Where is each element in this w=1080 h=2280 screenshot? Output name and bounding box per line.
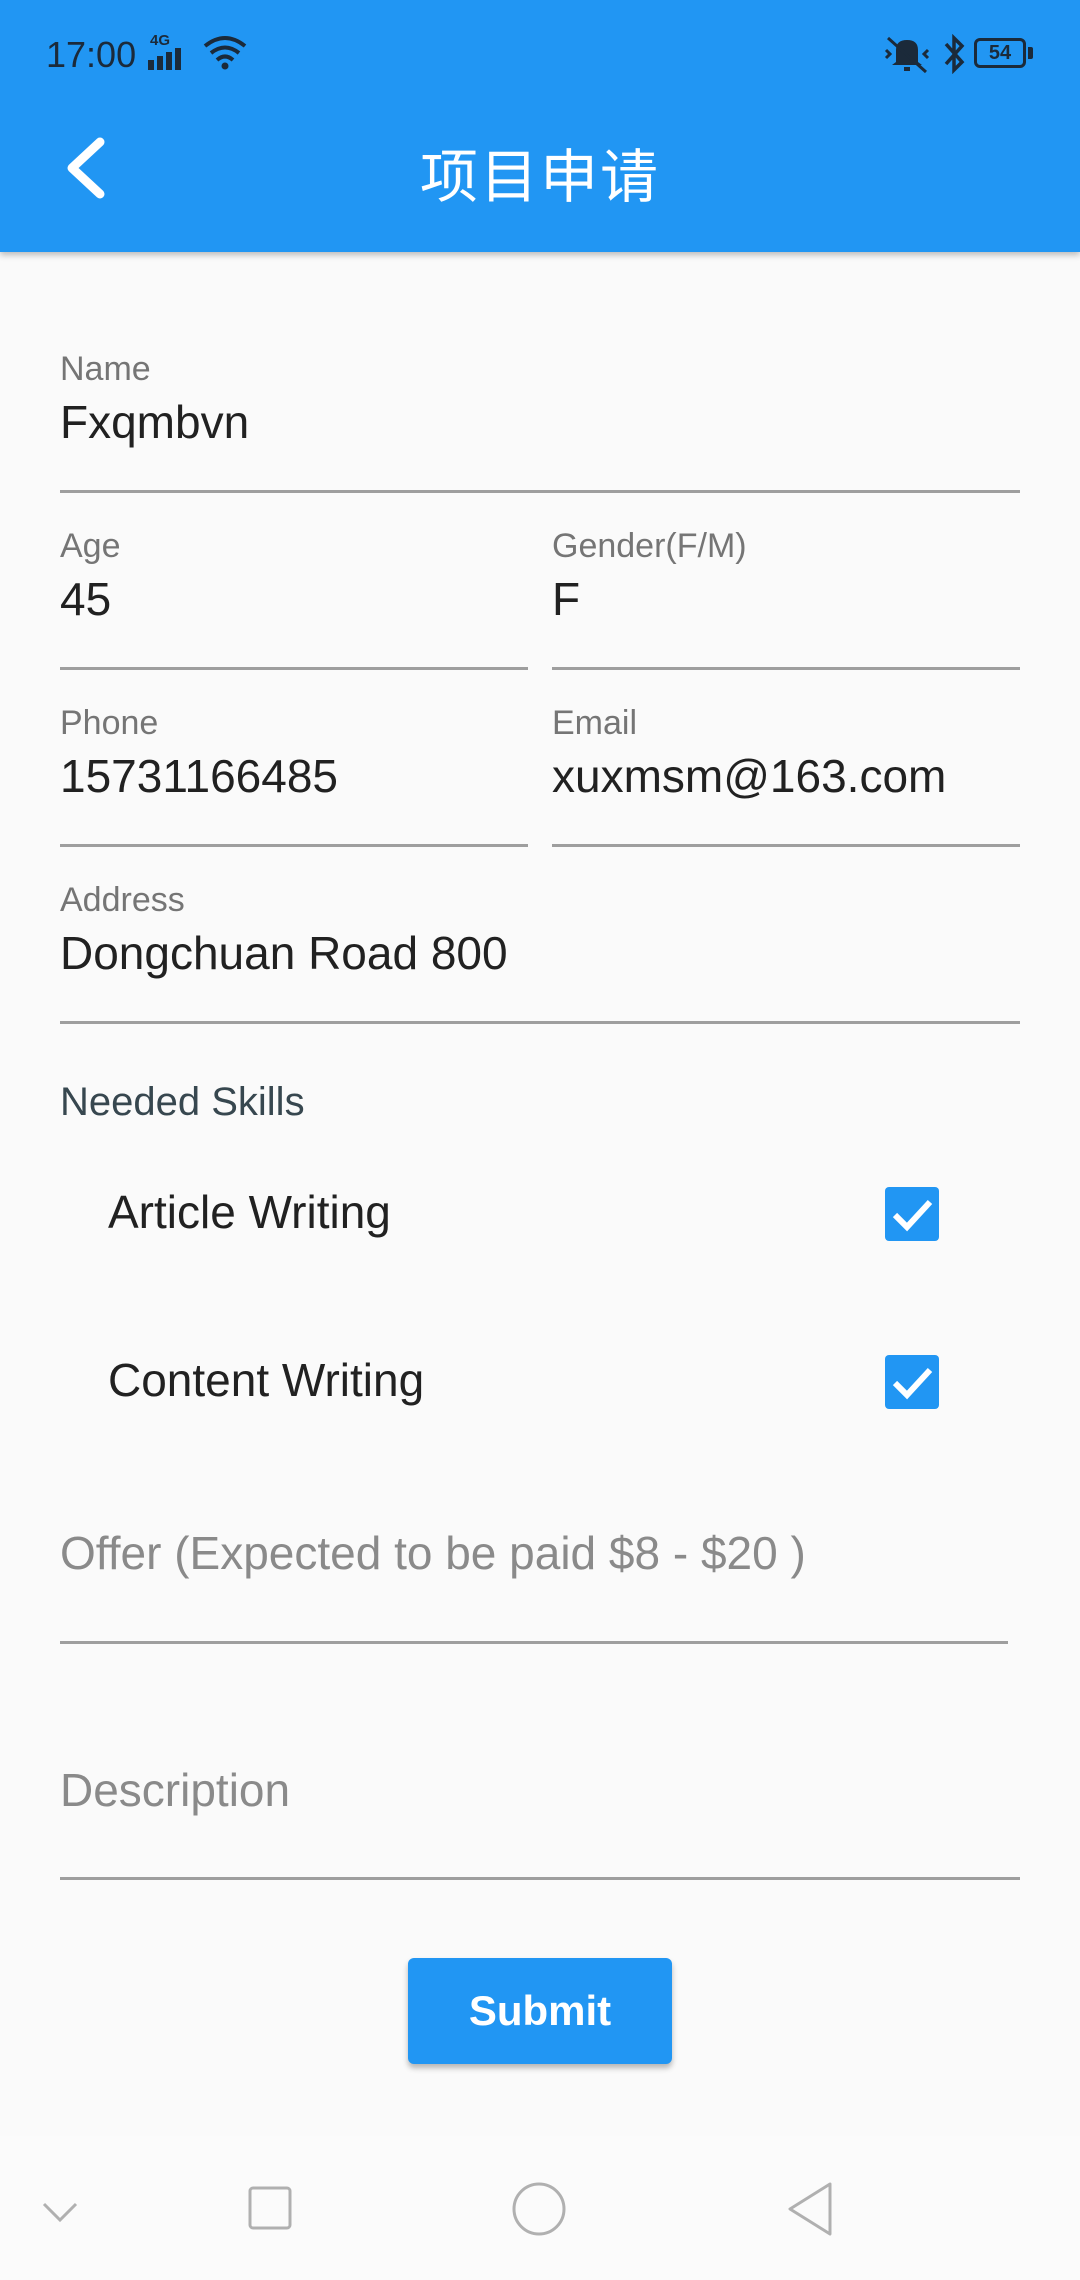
app-bar: 17:00 4G 54 项目申请 [0,0,1080,252]
nav-home-icon[interactable] [510,2180,568,2238]
bluetooth-icon [944,34,965,74]
status-time: 17:00 [46,34,137,75]
name-field[interactable]: Name Fxqmbvn [60,350,1020,493]
address-label: Address [60,881,185,919]
email-underline [552,844,1020,847]
system-nav-bar [0,2136,1080,2280]
gender-field[interactable]: Gender(F/M) F [552,527,1020,670]
status-bar: 17:00 4G 54 [0,0,1080,110]
description-underline [60,1877,1020,1880]
name-input[interactable]: Fxqmbvn [60,395,1020,449]
age-underline [60,667,528,670]
email-label: Email [552,704,638,742]
skill-label-article-writing: Article Writing [108,1186,391,1238]
email-field[interactable]: Email xuxmsm@163.com [552,704,1020,847]
email-input[interactable]: xuxmsm@163.com [552,749,1020,803]
age-field[interactable]: Age 45 [60,527,528,670]
network-type-label: 4G [150,32,171,49]
offer-input[interactable]: Offer (Expected to be paid $8 - $20 ) [60,1526,806,1580]
address-field[interactable]: Address Dongchuan Road 800 [60,881,1020,1024]
name-label: Name [60,350,151,388]
phone-field[interactable]: Phone 15731166485 [60,704,528,847]
nav-recent-icon[interactable] [246,2184,294,2232]
offer-underline [60,1641,1008,1644]
address-underline [60,1021,1020,1024]
check-icon [892,1367,933,1400]
phone-underline [60,844,528,847]
content-writing-checkbox[interactable] [885,1355,939,1409]
gender-underline [552,667,1020,670]
skill-label-content-writing: Content Writing [108,1354,425,1406]
gender-label: Gender(F/M) [552,527,747,565]
nav-collapse-icon[interactable] [40,2200,80,2224]
phone-input[interactable]: 15731166485 [60,749,528,803]
submit-button[interactable]: Submit [408,1958,672,2064]
check-icon [892,1199,933,1232]
battery-level: 54 [988,42,1012,64]
battery-tip [1028,47,1033,59]
phone-label: Phone [60,704,159,742]
signal-icon [148,48,181,70]
page-title: 项目申请 [419,143,660,211]
name-underline [60,490,1020,493]
needed-skills-heading: Needed Skills [60,1080,305,1124]
age-input[interactable]: 45 [60,572,528,626]
age-label: Age [60,527,121,565]
battery-icon: 54 [974,38,1026,68]
article-writing-checkbox[interactable] [885,1187,939,1241]
wifi-icon [203,36,247,70]
mute-icon [884,36,930,74]
address-input[interactable]: Dongchuan Road 800 [60,926,1020,980]
nav-back-icon[interactable] [784,2180,836,2238]
description-input[interactable]: Description [60,1763,290,1817]
gender-input[interactable]: F [552,572,1020,626]
